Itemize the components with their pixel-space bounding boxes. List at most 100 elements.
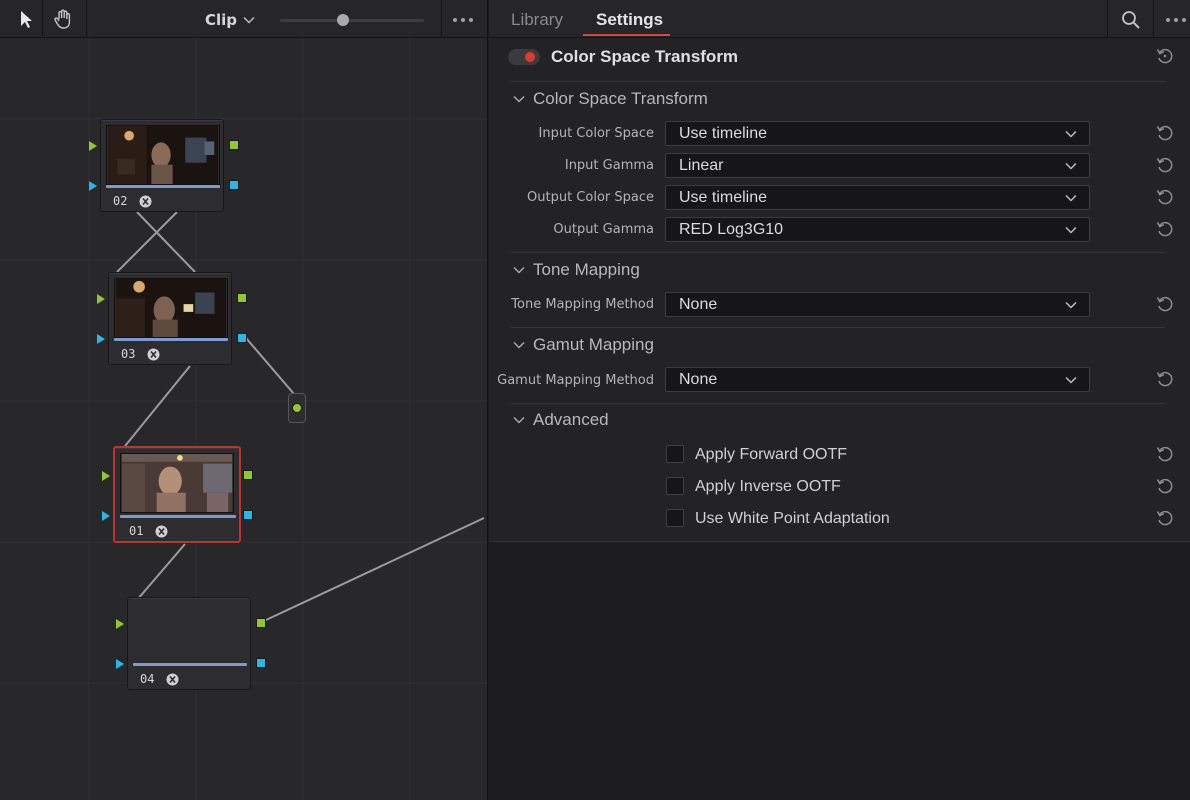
section-gamut-mapping-header[interactable]: Gamut Mapping <box>513 335 654 355</box>
input-color-space-dropdown[interactable]: Use timeline <box>665 121 1090 146</box>
more-horizontal-icon[interactable] <box>453 18 473 22</box>
chevron-down-icon <box>1065 301 1077 309</box>
node-02-alpha-output[interactable] <box>229 180 239 190</box>
fx-effect-icon <box>155 525 168 538</box>
node-03-rgb-output[interactable] <box>237 293 247 303</box>
node-03-alpha-output[interactable] <box>237 333 247 343</box>
effect-title: Color Space Transform <box>551 47 739 66</box>
chevron-down-icon <box>1065 162 1077 170</box>
dropdown-value: Use timeline <box>679 189 768 206</box>
reset-icon[interactable] <box>1155 444 1175 464</box>
fx-effect-icon <box>147 348 160 361</box>
more-options-button[interactable] <box>1153 0 1190 38</box>
divider <box>511 252 1165 253</box>
connector-dot <box>292 403 302 413</box>
node-thumbnail <box>106 125 220 185</box>
output-gamma-dropdown[interactable]: RED Log3G10 <box>665 217 1090 242</box>
apply-inverse-ootf-label[interactable]: Apply Inverse OOTF <box>695 478 841 496</box>
node-thumbnail <box>120 453 234 513</box>
node-label: 02 <box>113 194 128 208</box>
zoom-slider-track[interactable] <box>280 19 424 22</box>
node-03-rgb-input[interactable] <box>97 294 105 304</box>
node-editor-panel: Clip 02 03 01 04 <box>0 0 488 800</box>
toggle-indicator <box>525 52 535 62</box>
chevron-down-icon <box>1065 226 1077 234</box>
pointer-icon[interactable] <box>16 9 36 29</box>
reset-icon[interactable] <box>1155 187 1175 207</box>
node-04-alpha-output[interactable] <box>256 658 266 668</box>
fx-effect-icon <box>139 195 152 208</box>
reset-icon[interactable] <box>1155 46 1175 66</box>
chevron-down-icon <box>513 266 525 274</box>
node-02-rgb-input[interactable] <box>89 141 97 151</box>
section-advanced-header[interactable]: Advanced <box>513 410 609 430</box>
node-bar <box>106 185 220 188</box>
effect-enable-toggle[interactable] <box>508 49 540 65</box>
node-editor-toolbar: Clip <box>0 0 487 38</box>
reset-icon[interactable] <box>1155 155 1175 175</box>
effects-panel: Library Settings Color Space Transform C… <box>489 0 1190 800</box>
node-mode-dropdown[interactable]: Clip <box>205 9 255 31</box>
node-mode-label: Clip <box>205 11 238 29</box>
toolbar-divider <box>86 0 87 38</box>
chevron-down-icon <box>513 341 525 349</box>
apply-forward-ootf-label[interactable]: Apply Forward OOTF <box>695 446 847 464</box>
apply-forward-ootf-checkbox[interactable] <box>666 445 684 463</box>
chevron-down-icon <box>1065 130 1077 138</box>
section-title: Gamut Mapping <box>533 335 654 354</box>
gamut-mapping-method-dropdown[interactable]: None <box>665 367 1090 392</box>
chevron-down-icon <box>243 16 255 24</box>
node-01-alpha-input[interactable] <box>102 511 110 521</box>
node-04[interactable]: 04 <box>127 597 251 690</box>
tab-settings[interactable]: Settings <box>596 10 663 30</box>
node-02-rgb-output[interactable] <box>229 140 239 150</box>
reset-icon[interactable] <box>1155 294 1175 314</box>
reset-icon[interactable] <box>1155 123 1175 143</box>
tone-mapping-method-label: Tone Mapping Method <box>511 297 654 312</box>
search-button[interactable] <box>1107 0 1153 38</box>
reset-icon[interactable] <box>1155 508 1175 528</box>
node-04-alpha-input[interactable] <box>116 659 124 669</box>
use-white-point-adaptation-label[interactable]: Use White Point Adaptation <box>695 510 890 528</box>
node-01-rgb-output[interactable] <box>243 470 253 480</box>
node-label: 03 <box>121 347 136 361</box>
node-output-connector[interactable] <box>288 393 306 423</box>
chevron-down-icon <box>1065 376 1077 384</box>
node-01[interactable]: 01 <box>113 446 241 543</box>
reset-icon[interactable] <box>1155 219 1175 239</box>
node-bar <box>133 663 247 666</box>
output-gamma-label: Output Gamma <box>553 222 654 237</box>
effects-panel-empty-area <box>489 542 1190 800</box>
input-gamma-dropdown[interactable]: Linear <box>665 153 1090 178</box>
apply-inverse-ootf-checkbox[interactable] <box>666 477 684 495</box>
reset-icon[interactable] <box>1155 476 1175 496</box>
node-thumbnail <box>114 278 228 338</box>
node-04-rgb-output[interactable] <box>256 618 266 628</box>
section-tone-mapping-header[interactable]: Tone Mapping <box>513 260 640 280</box>
divider <box>511 403 1165 404</box>
chevron-down-icon <box>513 416 525 424</box>
input-gamma-label: Input Gamma <box>564 158 654 173</box>
dropdown-value: None <box>679 296 718 313</box>
output-color-space-dropdown[interactable]: Use timeline <box>665 185 1090 210</box>
input-color-space-label: Input Color Space <box>538 126 654 141</box>
node-02-alpha-input[interactable] <box>89 181 97 191</box>
section-title: Advanced <box>533 410 609 429</box>
node-02[interactable]: 02 <box>100 119 224 212</box>
active-tab-indicator <box>583 34 670 36</box>
node-04-rgb-input[interactable] <box>116 619 124 629</box>
reset-icon[interactable] <box>1155 369 1175 389</box>
dropdown-value: RED Log3G10 <box>679 221 784 238</box>
hand-icon[interactable] <box>52 8 74 30</box>
use-white-point-adaptation-checkbox[interactable] <box>666 509 684 527</box>
tab-library[interactable]: Library <box>511 10 563 30</box>
section-cst-header[interactable]: Color Space Transform <box>513 89 708 109</box>
node-bar <box>120 515 236 518</box>
node-03-alpha-input[interactable] <box>97 334 105 344</box>
node-01-rgb-input[interactable] <box>102 471 110 481</box>
tone-mapping-method-dropdown[interactable]: None <box>665 292 1090 317</box>
node-03[interactable]: 03 <box>108 272 232 365</box>
zoom-slider-thumb[interactable] <box>337 14 349 26</box>
more-horizontal-icon <box>1166 18 1186 22</box>
node-01-alpha-output[interactable] <box>243 510 253 520</box>
